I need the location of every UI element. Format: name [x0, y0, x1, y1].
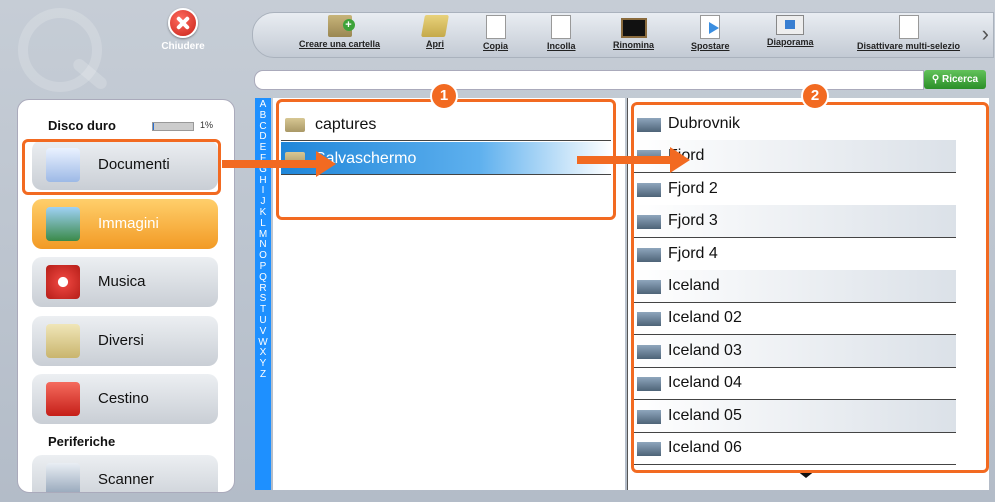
new-folder-button[interactable]: Creare una cartella [299, 15, 380, 49]
annotation-arrow-2 [577, 147, 690, 173]
sidebar-item-immagini[interactable]: Immagini [32, 199, 218, 249]
open-button[interactable]: Apri [421, 15, 449, 49]
close-icon [168, 8, 198, 38]
scanner-icon [46, 463, 80, 492]
alphabet-letter[interactable]: Q [255, 272, 271, 284]
close-label: Chiudere [161, 41, 205, 52]
slideshow-icon [776, 15, 805, 35]
app-window: Chiudere Creare una cartella Apri Copia … [0, 0, 995, 502]
toolbar: Creare una cartella Apri Copia Incolla R… [252, 12, 994, 58]
annotation-badge-1: 1 [430, 82, 458, 110]
copy-label: Copia [483, 41, 509, 51]
disk-title: Disco duro [48, 118, 116, 133]
multiselect-label: Disattivare multi-selezio [857, 41, 961, 51]
slideshow-label: Diaporama [767, 37, 814, 47]
paste-button[interactable]: Incolla [547, 15, 576, 51]
sidebar-item-label: Cestino [98, 390, 149, 407]
new-folder-label: Creare una cartella [299, 39, 381, 49]
sidebar-item-label: Musica [98, 273, 146, 290]
trash-icon [46, 382, 80, 416]
rename-label: Rinomina [613, 40, 655, 50]
sidebar-item-label: Scanner [98, 471, 154, 488]
move-icon [700, 15, 721, 39]
close-button[interactable]: Chiudere [148, 8, 218, 52]
move-button[interactable]: Spostare [691, 15, 730, 51]
sidebar-item-cestino[interactable]: Cestino [32, 374, 218, 424]
sidebar-item-label: Immagini [98, 215, 159, 232]
paste-label: Incolla [547, 41, 576, 51]
alphabet-letter[interactable]: V [255, 326, 271, 338]
alphabet-letter[interactable]: L [255, 218, 271, 230]
copy-button[interactable]: Copia [483, 15, 508, 51]
rename-button[interactable]: Rinomina [613, 15, 654, 50]
multiselect-button[interactable]: Disattivare multi-selezio [857, 15, 960, 51]
alphabet-index: ABCDEFGHIJKLMNOPQRSTUVWXYZ [255, 98, 271, 490]
rename-icon [620, 18, 647, 38]
move-label: Spostare [691, 41, 730, 51]
disk-usage-text: 1% [200, 120, 214, 130]
annotation-arrow-1 [222, 151, 336, 177]
alphabet-letter[interactable]: Z [255, 369, 271, 381]
disk-usage-bar [152, 122, 194, 131]
slideshow-button[interactable]: Diaporama [767, 15, 814, 47]
search-button-label: Ricerca [941, 74, 979, 85]
copy-icon [485, 15, 506, 39]
sidebar-item-label: Diversi [98, 332, 144, 349]
images-icon [46, 207, 80, 241]
sidebar-item-musica[interactable]: Musica [32, 257, 218, 307]
misc-folder-icon [46, 324, 80, 358]
paste-icon [551, 15, 572, 39]
sidebar-item-scanner[interactable]: Scanner [32, 455, 218, 492]
music-icon [46, 265, 80, 299]
alphabet-letter[interactable]: B [255, 110, 271, 122]
new-folder-icon [327, 15, 355, 37]
chevron-right-icon[interactable]: › [982, 21, 989, 47]
devices-title: Periferiche [48, 434, 116, 449]
open-label: Apri [426, 39, 444, 49]
search-button[interactable]: ⚲ Ricerca [924, 70, 986, 89]
open-folder-icon [421, 15, 449, 37]
multiselect-icon [898, 15, 919, 39]
annotation-box-documents [22, 139, 221, 195]
annotation-badge-2: 2 [801, 82, 829, 110]
sidebar-item-diversi[interactable]: Diversi [32, 316, 218, 366]
